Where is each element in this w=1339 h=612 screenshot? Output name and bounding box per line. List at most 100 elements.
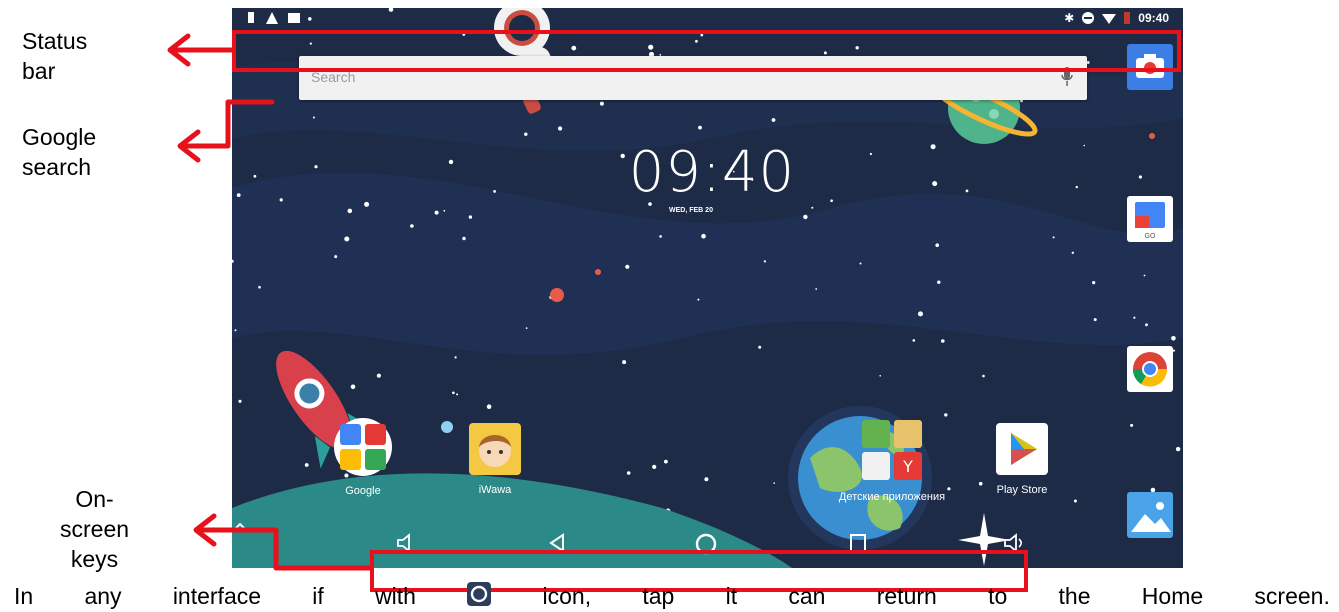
chrome-icon	[1132, 352, 1168, 387]
date-label: WED, FEB 20	[669, 207, 713, 214]
system-status: ✱ 09:40	[1064, 11, 1169, 25]
star	[937, 280, 941, 284]
caption-word: it	[725, 583, 738, 609]
status-bar-annotation: Status bar	[22, 26, 87, 86]
google-folder-icon	[334, 418, 392, 476]
star	[869, 152, 873, 156]
annotation-text: Status	[22, 28, 88, 54]
star	[238, 399, 242, 403]
svg-text:Y: Y	[902, 457, 913, 476]
star	[236, 193, 241, 198]
star	[1093, 318, 1097, 322]
google-search-annotation: Google search	[22, 122, 96, 182]
play-store-icon	[996, 423, 1048, 475]
caption-word: screen.	[1254, 583, 1330, 609]
star	[1071, 251, 1074, 254]
star	[443, 209, 446, 212]
star	[279, 198, 283, 202]
star	[347, 208, 353, 214]
star	[918, 311, 923, 317]
battery-icon	[1124, 12, 1131, 24]
star	[758, 345, 762, 349]
warning-icon	[266, 11, 278, 24]
caption-word: the	[1058, 583, 1091, 609]
star	[1075, 185, 1078, 189]
star	[704, 477, 709, 482]
image-icon	[288, 12, 300, 23]
star	[258, 285, 261, 289]
tablet-screen: ✱ 09:40 Search 09:40 WED, FEB 20 Google	[232, 8, 1183, 568]
annotation-text: Google	[22, 124, 97, 150]
star	[314, 165, 318, 169]
caption-word: if	[312, 583, 324, 609]
annotation-text: bar	[22, 58, 56, 84]
app-iwawa[interactable]: iWawa	[468, 423, 522, 496]
star	[1092, 281, 1096, 285]
star	[558, 126, 563, 131]
caption-word: to	[988, 583, 1008, 609]
star	[468, 215, 473, 219]
star	[701, 233, 706, 239]
clock-widget[interactable]: 09:40	[562, 140, 862, 205]
annotation-text: search	[22, 154, 92, 180]
chrome-app[interactable]	[1127, 346, 1173, 392]
caption-word: Home	[1141, 583, 1204, 609]
kids-apps-folder-icon: Y	[862, 420, 922, 480]
app-google-folder[interactable]: Google	[332, 418, 394, 497]
caption-word: return	[876, 583, 937, 609]
star	[803, 214, 808, 220]
star	[1143, 274, 1146, 277]
star	[452, 391, 455, 395]
star	[773, 482, 775, 484]
star	[622, 360, 627, 365]
star	[859, 262, 862, 265]
star	[944, 413, 948, 417]
star	[771, 118, 776, 122]
app-label: iWawa	[478, 484, 512, 496]
star	[664, 459, 668, 464]
google-go-app[interactable]: GO	[1127, 196, 1173, 242]
star	[376, 373, 381, 378]
star	[1083, 144, 1086, 147]
caption-word: icon,	[542, 583, 592, 609]
star	[334, 255, 338, 259]
caption-word: In	[14, 583, 34, 609]
battery-saver-icon	[248, 12, 254, 23]
wifi-icon	[1102, 14, 1117, 24]
star	[930, 144, 936, 150]
app-label: Google	[345, 485, 381, 497]
app-drawer-chevron-icon[interactable]	[232, 520, 252, 534]
caption-word: any	[84, 583, 122, 609]
star	[625, 264, 630, 269]
star	[1073, 499, 1077, 503]
star	[234, 329, 237, 332]
google-go-icon: GO	[1135, 202, 1165, 240]
status-time: 09:40	[1138, 11, 1169, 25]
caption-word: can	[788, 583, 826, 609]
star	[659, 235, 662, 238]
star	[493, 190, 496, 193]
star	[462, 236, 466, 241]
app-kids-folder[interactable]: Y Детские приложения	[832, 418, 952, 503]
star	[448, 159, 454, 165]
caption-word: with	[375, 583, 416, 609]
star	[879, 375, 881, 377]
star	[941, 339, 945, 343]
star	[1175, 446, 1181, 452]
star	[965, 189, 969, 193]
caption-word: tap	[642, 583, 675, 609]
annotation-text: On-	[75, 486, 114, 512]
star	[304, 463, 309, 467]
annotation-text: keys	[70, 546, 119, 572]
star	[344, 236, 350, 242]
star	[1171, 336, 1176, 341]
app-play-store[interactable]: Play Store	[992, 423, 1052, 496]
caption-word: interface	[172, 583, 262, 609]
iwawa-icon	[469, 423, 521, 475]
star	[815, 288, 818, 290]
star	[312, 116, 315, 119]
status-bar-highlight	[232, 30, 1181, 72]
star	[698, 125, 702, 130]
star	[912, 339, 916, 342]
star	[486, 404, 492, 410]
